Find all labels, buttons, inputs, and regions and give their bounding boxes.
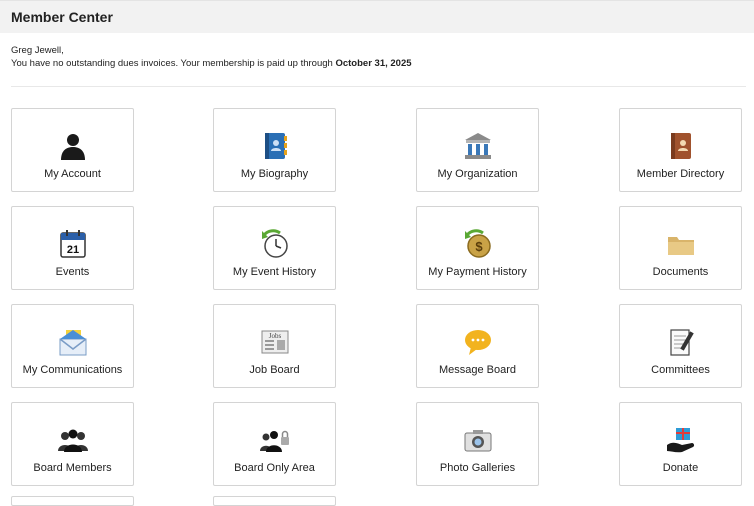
tile-label: My Organization: [437, 168, 518, 180]
tile-my-biography[interactable]: My Biography: [213, 108, 336, 192]
group-people-icon: [57, 425, 88, 455]
tile-my-event-history[interactable]: My Event History: [213, 206, 336, 290]
jobs-text: Jobs: [268, 332, 281, 340]
newspaper-icon: Jobs: [260, 327, 290, 357]
tile-donate[interactable]: Donate: [619, 402, 742, 486]
tile-label: Member Directory: [636, 168, 725, 180]
tile-documents[interactable]: Documents: [619, 206, 742, 290]
page-title: Member Center: [11, 9, 113, 25]
paid-through-date: October 31, 2025: [335, 58, 412, 69]
tile-label: My Biography: [240, 168, 309, 180]
dollar-history-icon: $: [463, 229, 493, 259]
tile-label: Job Board: [249, 364, 300, 376]
tile-label: Documents: [652, 266, 709, 278]
address-book-icon: [260, 131, 290, 161]
dollar-symbol-text: $: [475, 239, 483, 254]
tile-events[interactable]: 21 Events: [11, 206, 134, 290]
divider: [11, 86, 746, 87]
folder-icon: [666, 229, 696, 259]
directory-book-icon: [666, 131, 696, 161]
building-icon: [463, 131, 493, 161]
speech-bubble-icon: [463, 327, 493, 357]
tile-my-payment-history[interactable]: $ My Payment History: [416, 206, 539, 290]
notepad-pen-icon: [666, 327, 696, 357]
calendar-day-text: 21: [66, 244, 78, 256]
member-center-page: Member Center Greg Jewell, You have no o…: [0, 0, 754, 506]
tile-board-members[interactable]: Board Members: [11, 402, 134, 486]
tile-label: Committees: [651, 364, 710, 376]
gift-hand-icon: [666, 425, 696, 455]
tile-label: My Communications: [22, 364, 123, 376]
person-silhouette-icon: [58, 131, 88, 161]
member-center-header: Member Center: [0, 0, 754, 33]
camera-icon: [463, 425, 493, 455]
tile-member-directory[interactable]: Member Directory: [619, 108, 742, 192]
tile-label: Donate: [662, 462, 699, 474]
tile-label: Board Members: [33, 462, 112, 474]
tile-partial[interactable]: [213, 496, 336, 506]
tile-label: Photo Galleries: [439, 462, 516, 474]
member-name: Greg Jewell,: [11, 45, 64, 56]
tile-label: Events: [55, 266, 90, 278]
tile-board-only-area[interactable]: Board Only Area: [213, 402, 336, 486]
dues-status: You have no outstanding dues invoices. Y…: [11, 57, 412, 70]
tile-label: Board Only Area: [234, 462, 315, 474]
tile-my-account[interactable]: My Account: [11, 108, 134, 192]
group-lock-icon: [259, 425, 290, 455]
clock-history-icon: [260, 229, 290, 259]
tile-photo-galleries[interactable]: Photo Galleries: [416, 402, 539, 486]
tile-job-board[interactable]: Jobs Job Board: [213, 304, 336, 388]
tile-committees[interactable]: Committees: [619, 304, 742, 388]
tile-label: My Payment History: [428, 266, 527, 278]
tile-my-organization[interactable]: My Organization: [416, 108, 539, 192]
tile-label: My Account: [44, 168, 101, 180]
calendar-icon: 21: [58, 229, 88, 259]
dues-status-text: You have no outstanding dues invoices. Y…: [11, 58, 336, 69]
tile-label: My Event History: [232, 266, 317, 278]
tile-message-board[interactable]: Message Board: [416, 304, 539, 388]
member-intro: Greg Jewell, You have no outstanding due…: [11, 44, 412, 70]
tile-partial[interactable]: [11, 496, 134, 506]
mail-envelope-icon: [58, 327, 88, 357]
tile-label: Message Board: [438, 364, 517, 376]
tile-my-communications[interactable]: My Communications: [11, 304, 134, 388]
